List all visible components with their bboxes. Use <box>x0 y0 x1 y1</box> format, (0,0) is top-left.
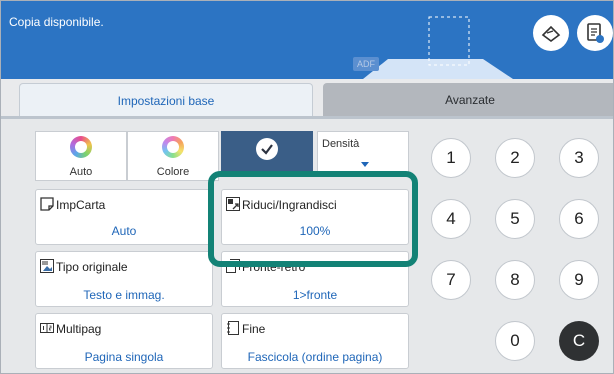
copy-screen: Copia disponibile. ADF Impostazioni base… <box>0 0 614 374</box>
keypad-key-0[interactable]: 0 <box>495 321 535 361</box>
tab-advanced[interactable]: Avanzate <box>323 83 613 117</box>
multipage-title: Multipag <box>56 322 102 336</box>
checkmark-icon <box>256 138 278 160</box>
full-color-icon <box>162 136 184 158</box>
density-button[interactable]: Densità <box>317 131 409 173</box>
paper-value: Auto <box>111 224 137 238</box>
zoom-highlight-frame <box>208 171 418 267</box>
scan-settings-icon[interactable] <box>533 15 569 51</box>
paper-button[interactable]: ImpCarta Auto <box>35 189 213 245</box>
color-mode-color-button[interactable]: Colore <box>127 131 219 181</box>
job-settings-icon[interactable] <box>577 15 613 51</box>
paper-title: ImpCarta <box>56 198 106 212</box>
color-mode-color-label: Colore <box>156 166 190 178</box>
adf-label: ADF <box>353 57 379 71</box>
status-message: Copia disponibile. <box>9 15 104 29</box>
keypad-key-5[interactable]: 5 <box>495 199 535 239</box>
keypad-key-8[interactable]: 8 <box>495 260 535 300</box>
tab-basic-settings[interactable]: Impostazioni base <box>19 83 313 117</box>
keypad-key-1[interactable]: 1 <box>431 138 471 178</box>
density-label: Densità <box>322 138 360 150</box>
original-type-value: Testo e immag. <box>83 288 165 302</box>
finish-title: Fine <box>242 322 266 336</box>
keypad-key-7[interactable]: 7 <box>431 260 471 300</box>
color-mode-auto-label: Auto <box>69 166 93 178</box>
keypad-key-6[interactable]: 6 <box>559 199 599 239</box>
multipage-icon <box>40 323 54 333</box>
keypad-key-9[interactable]: 9 <box>559 260 599 300</box>
original-type-button[interactable]: Tipo originale Testo e immag. <box>35 251 213 307</box>
original-type-title: Tipo originale <box>56 260 128 274</box>
scanner-preview: ADF <box>353 15 513 79</box>
finish-button[interactable]: Fine Fascicola (ordine pagina) <box>221 313 409 369</box>
multipage-button[interactable]: Multipag Pagina singola <box>35 313 213 369</box>
finish-value: Fascicola (ordine pagina) <box>247 350 383 364</box>
color-mode-auto-button[interactable]: Auto <box>35 131 127 181</box>
original-type-icon <box>40 259 54 273</box>
header-bar: Copia disponibile. ADF <box>1 1 613 79</box>
keypad-key-2[interactable]: 2 <box>495 138 535 178</box>
auto-color-icon <box>70 136 92 158</box>
keypad-key-4[interactable]: 4 <box>431 199 471 239</box>
keypad-clear-button[interactable]: C <box>559 321 599 361</box>
keypad-key-3[interactable]: 3 <box>559 138 599 178</box>
finish-icon <box>227 321 239 335</box>
paper-icon <box>40 197 54 211</box>
duplex-value: 1>fronte <box>292 288 338 302</box>
color-mode-selected-button[interactable] <box>221 131 313 173</box>
multipage-value: Pagina singola <box>84 350 164 364</box>
